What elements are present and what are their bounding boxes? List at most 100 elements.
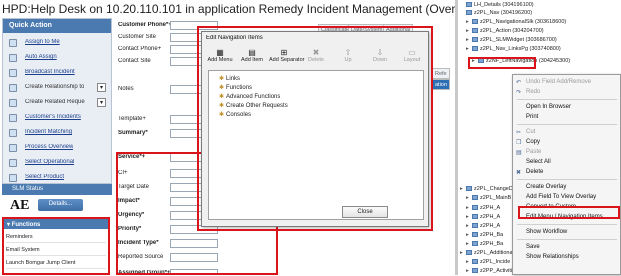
delete-icon: ✖ bbox=[516, 170, 522, 176]
dropdown-icon[interactable]: ▾ bbox=[97, 83, 106, 92]
quick-action-label: Broadcast Incident bbox=[25, 69, 75, 75]
menu-item-label: Redo bbox=[526, 89, 541, 95]
tree-node-icon bbox=[466, 2, 472, 8]
tree-node-icon bbox=[466, 10, 472, 16]
tree-node[interactable]: ▸ z2PL_Nav_LinksPg (303740800) bbox=[466, 46, 618, 54]
tree-node-icon bbox=[466, 250, 472, 256]
quick-action-item[interactable]: Auto Assign bbox=[7, 52, 111, 65]
tree-node-label: z2PH_A bbox=[480, 214, 501, 220]
quick-action-item[interactable]: Assign to Me bbox=[7, 37, 111, 50]
tree-node-label: z2PH_Ba bbox=[480, 241, 504, 247]
tree-node-label: z2PH_A bbox=[480, 223, 501, 229]
functions-item[interactable]: Reminders bbox=[6, 231, 106, 243]
tree-node-icon bbox=[466, 186, 472, 192]
menu-item[interactable]: ↷ Redo bbox=[513, 87, 620, 98]
action-icon bbox=[9, 99, 17, 107]
tree-node-label: z2PL_Additiona bbox=[474, 250, 513, 256]
menu-separator bbox=[517, 239, 617, 240]
quick-action-panel: Quick Action Assign to Me Auto Assign Broa… bbox=[2, 18, 112, 184]
functions-header[interactable]: ▾ Functions bbox=[4, 219, 108, 229]
tree-node-icon bbox=[472, 205, 478, 211]
menu-separator bbox=[517, 224, 617, 225]
tree-highlight-frame bbox=[468, 57, 536, 69]
tree-node-icon bbox=[472, 241, 478, 247]
menu-separator bbox=[517, 99, 617, 100]
quick-action-item[interactable]: Process Overview bbox=[7, 142, 111, 155]
form-field-label: Summary* bbox=[118, 130, 148, 136]
quick-action-item[interactable]: Customer's Incidents bbox=[7, 112, 111, 125]
tree-node[interactable]: ▸ z2PL_SLMWidget (303686700) bbox=[466, 37, 618, 45]
quick-action-label: Auto Assign bbox=[25, 54, 57, 60]
undo-icon: ↶ bbox=[516, 80, 522, 86]
action-icon bbox=[9, 114, 17, 122]
menu-item[interactable]: Show Relationships bbox=[513, 252, 620, 263]
dropdown-icon[interactable]: ▾ bbox=[97, 98, 106, 107]
quick-action-label: Select Operational bbox=[25, 159, 75, 165]
quick-action-item[interactable]: Broadcast Incident bbox=[7, 67, 111, 80]
quick-action-item[interactable]: Select Operational bbox=[7, 157, 111, 170]
tree-node[interactable]: ▸ z2PL_NavigationalSlk (303618600) bbox=[466, 19, 618, 27]
tree-node-icon bbox=[472, 223, 478, 229]
tree-node-icon bbox=[472, 214, 478, 220]
menu-item-label: Show Relationships bbox=[526, 254, 579, 260]
tree-node-icon bbox=[472, 259, 478, 265]
tree-node-label: z2PL_ChangeDo bbox=[474, 186, 516, 192]
tree-node-label: z2PL_Nav_LinksPg (303740800) bbox=[480, 46, 561, 52]
menu-item-label: Copy bbox=[526, 139, 541, 145]
menu-item[interactable]: ✖ Delete bbox=[513, 167, 620, 178]
action-icon bbox=[9, 54, 17, 62]
quick-action-header: Quick Action bbox=[3, 19, 111, 33]
tree-node[interactable]: z2PL_Nav (304196200) bbox=[460, 10, 618, 18]
paste-icon: ▤ bbox=[516, 150, 522, 156]
tree-node-icon bbox=[472, 46, 478, 52]
ae-label: AE bbox=[10, 198, 30, 213]
cut-icon: ✂ bbox=[516, 130, 522, 136]
action-icon bbox=[9, 129, 17, 137]
slm-status-header[interactable]: SLM Status bbox=[2, 184, 112, 195]
window-title: HPD:Help Desk on 10.20.110.101 in applic… bbox=[2, 2, 455, 16]
action-icon bbox=[9, 144, 17, 152]
quick-action-item[interactable]: Create Relationship to ▾ bbox=[7, 82, 111, 95]
tree-node-icon bbox=[472, 268, 478, 274]
menu-item-label: Show Workflow bbox=[526, 229, 568, 235]
functions-header-label: Functions bbox=[11, 222, 41, 228]
copy-icon: ❐ bbox=[516, 140, 522, 146]
form-field-label: Customer Phone*+ bbox=[118, 22, 172, 28]
quick-action-item[interactable]: Create Related Reque ▾ bbox=[7, 97, 111, 110]
menu-highlight-frame bbox=[518, 206, 620, 219]
tree-node-icon bbox=[472, 195, 478, 201]
quick-action-label: Incident Matching bbox=[25, 129, 73, 135]
menu-item-label: Paste bbox=[526, 149, 542, 155]
functions-item[interactable]: Launch Bomgar Jump Client bbox=[6, 257, 106, 269]
tree-node-icon bbox=[472, 232, 478, 238]
tree-node[interactable]: LH_Details (304196100) bbox=[460, 2, 618, 10]
tree-node-label: LH_Details (304196100) bbox=[474, 2, 534, 8]
functions-panel: ▾ Functions Reminders Email System Launch … bbox=[2, 217, 110, 275]
form-field-label: Customer Site bbox=[118, 34, 157, 40]
quick-action-label: Select Product bbox=[25, 174, 65, 180]
tab-partial-1[interactable]: ation bbox=[432, 79, 450, 90]
redo-icon: ↷ bbox=[516, 90, 522, 96]
menu-separator bbox=[517, 124, 617, 125]
menu-item[interactable]: Print bbox=[513, 112, 620, 123]
tree-node[interactable]: ▸ z2PL_Action (304204700) bbox=[466, 28, 618, 36]
menu-item-label: Cut bbox=[526, 129, 536, 135]
action-icon bbox=[9, 84, 17, 92]
menu-separator bbox=[517, 179, 617, 180]
tree-node-label: z2PL_Incide bbox=[480, 259, 511, 265]
form-field-label: Contact Site bbox=[118, 58, 151, 64]
functions-item[interactable]: Email System bbox=[6, 244, 106, 256]
tree-node-icon bbox=[472, 37, 478, 43]
quick-action-item[interactable]: Incident Matching bbox=[7, 127, 111, 140]
form-field-label: Notes bbox=[118, 86, 134, 92]
quick-action-label: Create Relationship to bbox=[25, 84, 85, 90]
details-button[interactable]: Details... bbox=[38, 199, 83, 211]
menu-item-label: Create Overlay bbox=[526, 184, 567, 190]
quick-action-label: Assign to Me bbox=[25, 39, 60, 45]
menu-item[interactable]: Show Workflow bbox=[513, 227, 620, 238]
tree-node-label: z2PL_MainB bbox=[480, 195, 512, 201]
tree-node-label: z2PL_SLMWidget (303686700) bbox=[480, 37, 557, 43]
tab-partial-0[interactable]: Refe bbox=[432, 68, 450, 79]
quick-action-label: Process Overview bbox=[25, 144, 74, 150]
menu-item-label: Delete bbox=[526, 169, 544, 175]
